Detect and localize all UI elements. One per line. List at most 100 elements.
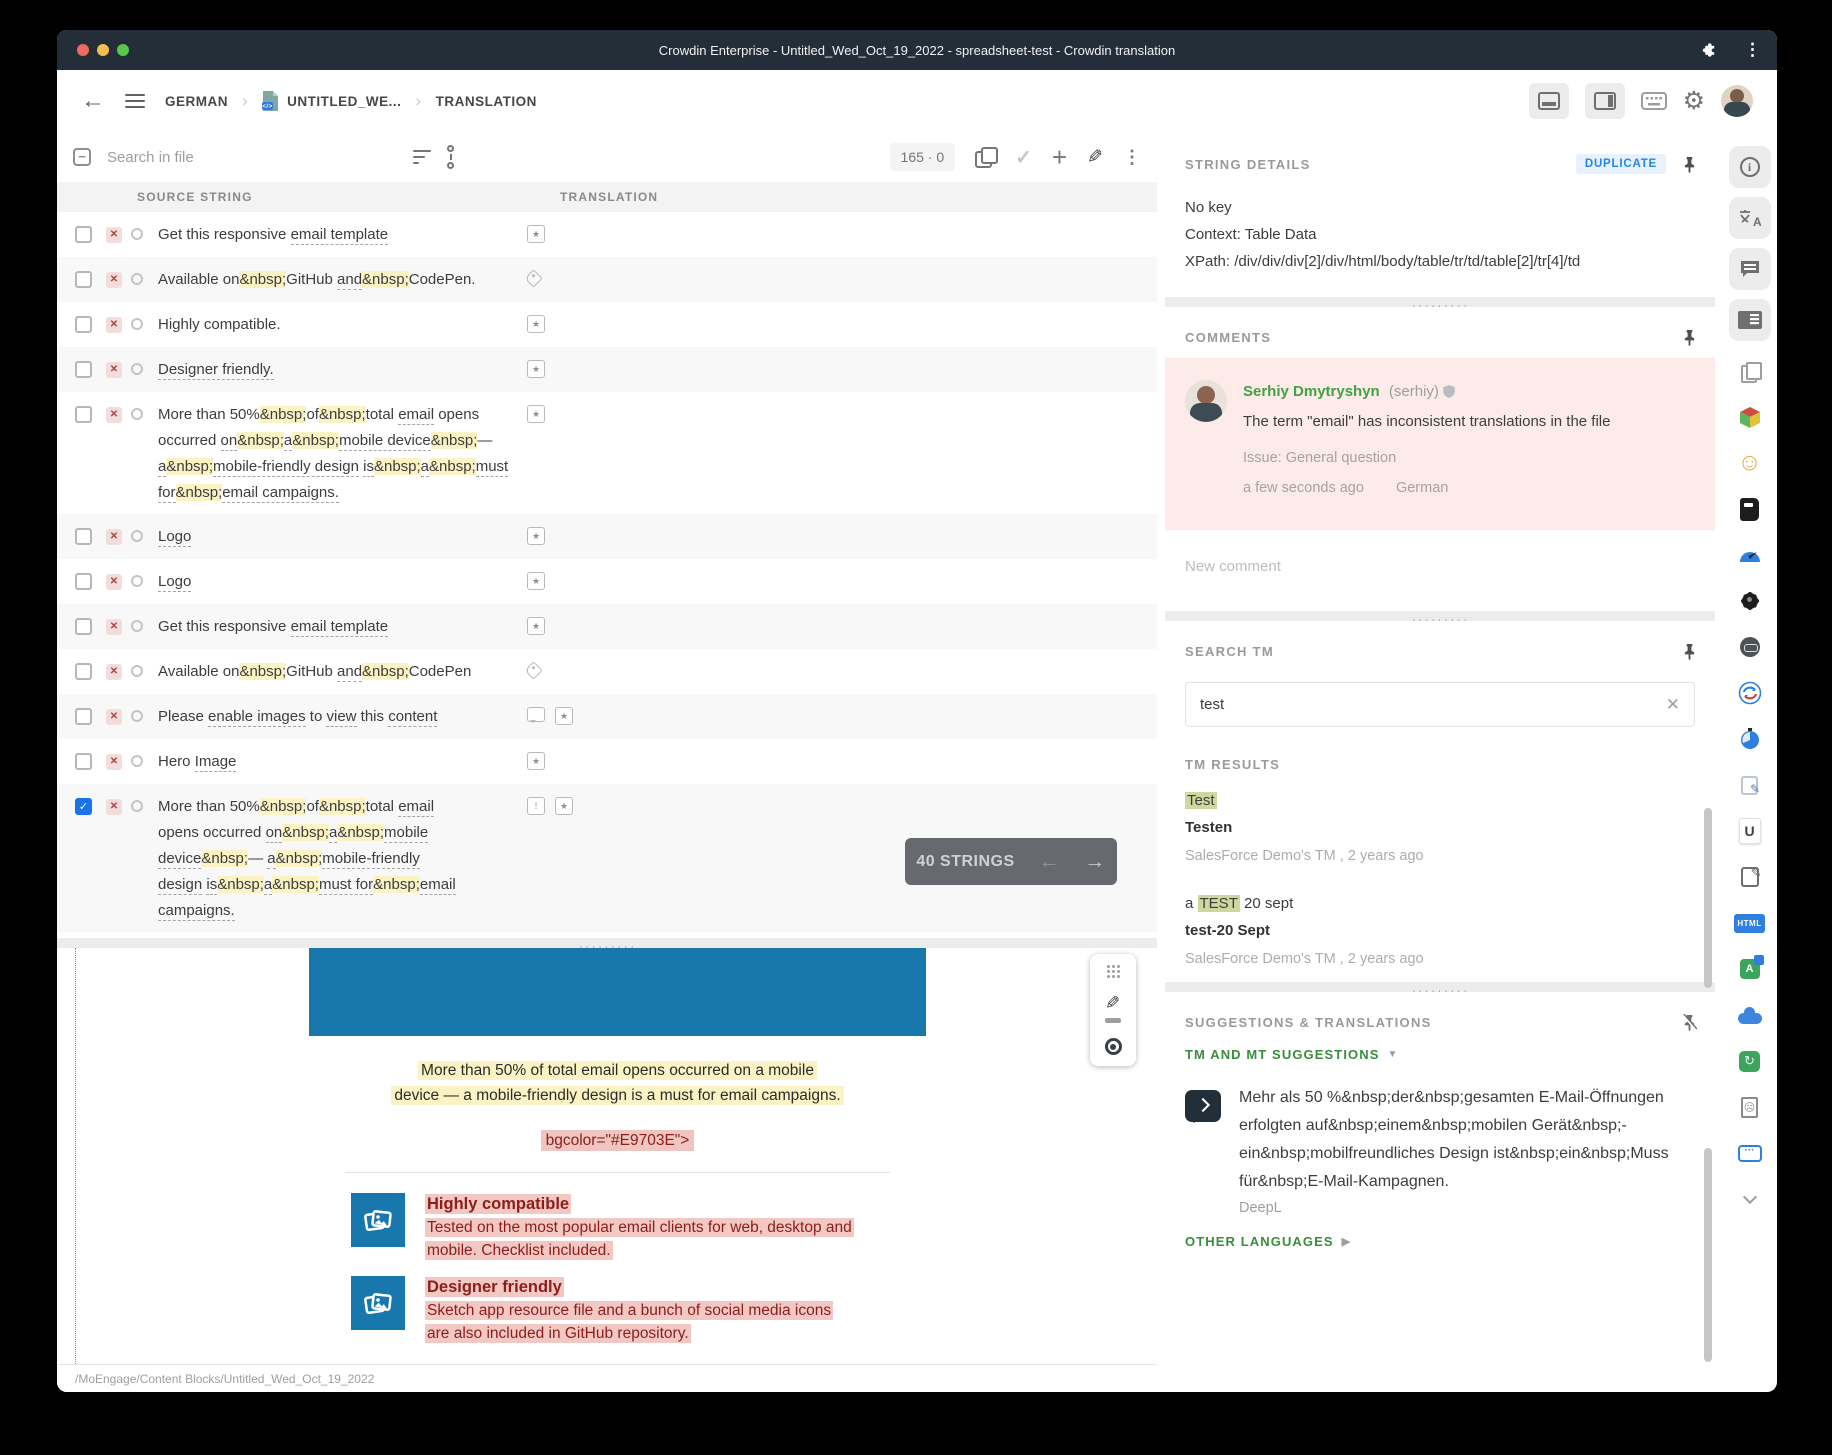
- error-page-icon[interactable]: ☹: [1729, 1091, 1771, 1123]
- user-avatar[interactable]: [1721, 85, 1753, 117]
- preview-visibility-icon[interactable]: [1105, 1038, 1122, 1055]
- row-checkbox[interactable]: [75, 316, 92, 333]
- cloud-icon[interactable]: [1729, 999, 1771, 1031]
- source-string-row[interactable]: ✕Designer friendly.★: [57, 347, 1157, 392]
- mt-suggestion[interactable]: Mehr als 50 %&nbsp;der&nbsp;gesamten E-M…: [1165, 1070, 1715, 1222]
- tm-result-item[interactable]: TestTestenSalesForce Demo's TM , 2 years…: [1165, 776, 1715, 879]
- main-menu-icon[interactable]: [125, 90, 145, 112]
- timer-icon[interactable]: [1729, 723, 1771, 755]
- source-string-row[interactable]: ✕Highly compatible.★: [57, 302, 1157, 347]
- source-string-row[interactable]: ✕Get this responsive email template★: [57, 604, 1157, 649]
- row-checkbox[interactable]: [75, 361, 92, 378]
- sort-order-icon[interactable]: [447, 145, 454, 169]
- gauge-icon[interactable]: [1729, 539, 1771, 571]
- editor-menu-icon[interactable]: ⋮: [1123, 147, 1141, 168]
- notes-icon[interactable]: [1729, 769, 1771, 801]
- row-checkbox[interactable]: [75, 708, 92, 725]
- extensions-icon[interactable]: [1702, 41, 1720, 59]
- u-badge-icon[interactable]: U: [1729, 815, 1771, 847]
- horizontal-splitter[interactable]: :::::::::: [57, 938, 1157, 948]
- suggestions-scrollbar-thumb[interactable]: [1704, 1148, 1712, 1362]
- search-in-file-input[interactable]: Search in file: [107, 149, 357, 166]
- preview-feature-block[interactable]: Designer friendlySketch app resource fil…: [351, 1276, 926, 1345]
- source-string-row[interactable]: ✕<table border="0" cellpadding="0" cells…: [57, 932, 1157, 938]
- settings-gear-icon[interactable]: ⚙: [1683, 89, 1705, 114]
- unpin-icon[interactable]: [1682, 1014, 1697, 1031]
- keyboard-shortcuts-icon[interactable]: [1641, 92, 1667, 110]
- clear-search-icon[interactable]: ✕: [1666, 695, 1680, 715]
- tm-search-input[interactable]: test ✕: [1185, 682, 1695, 727]
- dictionary-book-icon[interactable]: [1729, 493, 1771, 525]
- layout-side-button[interactable]: [1585, 83, 1625, 119]
- pages-icon[interactable]: [1729, 355, 1771, 387]
- panel-splitter[interactable]: :::::::::: [1165, 982, 1715, 992]
- row-checkbox[interactable]: [75, 753, 92, 770]
- comment-card[interactable]: Serhiy Dmytryshyn (serhiy) The term "ema…: [1165, 358, 1715, 530]
- collapse-all-icon[interactable]: −: [73, 148, 91, 166]
- mine-icon[interactable]: [1729, 585, 1771, 617]
- comment-author[interactable]: Serhiy Dmytryshyn: [1243, 383, 1380, 400]
- drag-handle-icon[interactable]: [1107, 965, 1110, 968]
- file-translate-icon[interactable]: A: [1729, 953, 1771, 985]
- preview-hero-text[interactable]: More than 50% of total email opens occur…: [309, 1058, 926, 1108]
- dark-badge-icon[interactable]: [1729, 631, 1771, 663]
- pin-icon[interactable]: [1682, 643, 1697, 660]
- preview-feature-block[interactable]: Highly compatibleTested on the most popu…: [351, 1193, 926, 1262]
- chevron-down-icon[interactable]: [1729, 1183, 1771, 1215]
- layout-horizontal-button[interactable]: [1529, 83, 1569, 119]
- row-checkbox[interactable]: [75, 226, 92, 243]
- filter-icon[interactable]: [413, 146, 431, 168]
- info-icon[interactable]: i: [1729, 146, 1771, 188]
- source-string-row[interactable]: ✕Available on&nbsp;GitHub and&nbsp;CodeP…: [57, 649, 1157, 694]
- pager-next-icon[interactable]: →: [1084, 850, 1106, 874]
- side-panel-icon[interactable]: [1729, 299, 1771, 341]
- pin-icon[interactable]: [1682, 329, 1697, 346]
- preview-edit-icon[interactable]: ✎: [1105, 993, 1121, 1023]
- panel-splitter[interactable]: :::::::::: [1165, 297, 1715, 307]
- browser-menu-icon[interactable]: ⋮: [1744, 40, 1761, 60]
- breadcrumb-language[interactable]: GERMAN: [165, 94, 228, 109]
- row-checkbox[interactable]: [75, 528, 92, 545]
- source-string-row[interactable]: ✕Hero Image★: [57, 739, 1157, 784]
- back-button[interactable]: ←: [81, 89, 105, 113]
- panel-splitter[interactable]: :::::::::: [1165, 611, 1715, 621]
- mt-suggestion-text[interactable]: Mehr als 50 %&nbsp;der&nbsp;gesamten E-M…: [1239, 1084, 1679, 1196]
- glossary-cube-icon[interactable]: [1729, 401, 1771, 433]
- tm-mt-suggestions-toggle[interactable]: TM AND MT SUGGESTIONS▼: [1165, 1043, 1715, 1070]
- source-string-row[interactable]: ✕More than 50%&nbsp;of&nbsp;total email …: [57, 392, 1157, 514]
- row-checkbox[interactable]: ✓: [75, 798, 92, 815]
- source-string-row[interactable]: ✕Available on&nbsp;GitHub and&nbsp;CodeP…: [57, 257, 1157, 302]
- sync-icon[interactable]: [1729, 677, 1771, 709]
- tm-result-item[interactable]: a TEST 20 septtest-20 SeptSalesForce Dem…: [1165, 879, 1715, 982]
- machine-translation-icon[interactable]: A: [1729, 197, 1771, 239]
- emoji-icon[interactable]: ☺: [1729, 447, 1771, 479]
- row-checkbox[interactable]: [75, 618, 92, 635]
- html-file-icon[interactable]: HTML: [1729, 907, 1771, 939]
- source-string-row[interactable]: ✕Please enable images to view this conte…: [57, 694, 1157, 739]
- pin-icon[interactable]: [1682, 156, 1697, 173]
- edit-icon[interactable]: ✎: [1087, 146, 1103, 169]
- other-languages-toggle[interactable]: OTHER LANGUAGES▶: [1165, 1222, 1715, 1261]
- row-checkbox[interactable]: [75, 573, 92, 590]
- row-checkbox[interactable]: [75, 663, 92, 680]
- new-comment-input[interactable]: New comment: [1165, 530, 1715, 611]
- duplicate-badge[interactable]: DUPLICATE: [1576, 154, 1666, 174]
- browser-window-icon[interactable]: ···: [1729, 1137, 1771, 1169]
- approve-icon[interactable]: ✓: [1015, 145, 1032, 170]
- preview-code-text[interactable]: bgcolor="#E9703E">: [309, 1132, 926, 1150]
- tm-scrollbar-thumb[interactable]: [1704, 808, 1712, 988]
- row-checkbox[interactable]: [75, 406, 92, 423]
- source-string-row[interactable]: ✕Logo★: [57, 559, 1157, 604]
- comments-panel-icon[interactable]: [1729, 248, 1771, 290]
- recycle-icon[interactable]: ↻: [1729, 1045, 1771, 1077]
- source-string-text: Get this responsive email template: [158, 222, 388, 248]
- source-string-row[interactable]: ✕Get this responsive email template★: [57, 212, 1157, 257]
- breadcrumb-section[interactable]: TRANSLATION: [436, 94, 537, 109]
- row-checkbox[interactable]: [75, 271, 92, 288]
- breadcrumb-file[interactable]: </> UNTITLED_WE...: [262, 91, 401, 111]
- add-string-icon[interactable]: +: [1052, 144, 1067, 170]
- pager-previous-icon[interactable]: ←: [1039, 850, 1061, 874]
- compose-icon[interactable]: [1729, 861, 1771, 893]
- source-string-row[interactable]: ✕Logo★: [57, 514, 1157, 559]
- duplicates-navigation-icon[interactable]: [975, 147, 995, 167]
